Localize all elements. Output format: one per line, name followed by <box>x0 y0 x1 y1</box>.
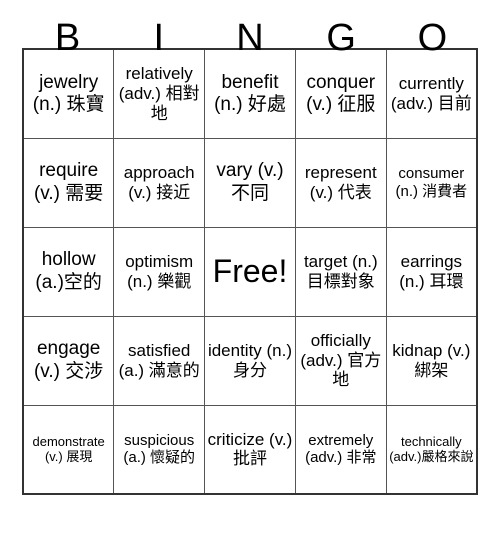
bingo-row: engage (v.) 交涉 satisfied (a.) 滿意的 identi… <box>22 315 478 406</box>
bingo-cell[interactable]: benefit (n.) 好處 <box>204 48 296 139</box>
bingo-cell[interactable]: conquer (v.) 征服 <box>294 48 387 139</box>
bingo-cell-text: benefit (n.) 好處 <box>214 71 286 115</box>
bingo-card: B I N G O jewelry (n.) 珠寶 relatively (ad… <box>0 0 500 544</box>
bingo-cell-text: approach (v.) 接近 <box>123 162 195 202</box>
bingo-cell-text: demonstrate (v.) 展現 <box>32 434 105 465</box>
bingo-cell[interactable]: jewelry (n.) 珠寶 <box>22 48 115 139</box>
bingo-cell[interactable]: officially (adv.) 官方地 <box>294 315 387 406</box>
bingo-grid-wrapper: jewelry (n.) 珠寶 relatively (adv.) 相對地 be… <box>22 48 478 495</box>
bingo-cell[interactable]: represent (v.) 代表 <box>294 137 387 228</box>
bingo-cell-text: engage (v.) 交涉 <box>33 338 104 382</box>
bingo-header-row: B I N G O <box>22 0 478 59</box>
bingo-cell[interactable]: criticize (v.) 批評 <box>204 404 296 495</box>
bingo-cell-text: vary (v.) 不同 <box>216 160 284 204</box>
bingo-cell-text: hollow (a.)空的 <box>35 249 102 293</box>
bingo-cell[interactable]: require (v.) 需要 <box>22 137 115 228</box>
bingo-header-letter-i: I <box>153 17 165 59</box>
bingo-row: demonstrate (v.) 展現 suspicious (a.) 懷疑的 … <box>22 404 478 495</box>
bingo-cell[interactable]: target (n.) 目標對象 <box>294 226 387 317</box>
bingo-cell[interactable]: approach (v.) 接近 <box>113 137 206 228</box>
bingo-cell[interactable]: extremely (adv.) 非常 <box>294 404 387 495</box>
bingo-header-letter-g: G <box>326 17 356 59</box>
bingo-cell-text: relatively (adv.) 相對地 <box>118 64 200 123</box>
bingo-cell-text: consumer (n.) 消費者 <box>395 165 468 200</box>
bingo-row: hollow (a.)空的 optimism (n.) 樂觀 Free! tar… <box>22 226 478 317</box>
bingo-cell[interactable]: vary (v.) 不同 <box>204 137 296 228</box>
bingo-cell[interactable]: relatively (adv.) 相對地 <box>113 48 206 139</box>
bingo-cell-text: extremely (adv.) 非常 <box>305 431 377 467</box>
bingo-free-cell[interactable]: Free! <box>204 226 296 317</box>
bingo-cell[interactable]: currently (adv.) 目前 <box>385 48 478 139</box>
bingo-cell[interactable]: optimism (n.) 樂觀 <box>113 226 206 317</box>
bingo-cell-text: optimism (n.) 樂觀 <box>125 251 194 291</box>
bingo-cell[interactable]: suspicious (a.) 懷疑的 <box>113 404 206 495</box>
bingo-free-cell-text: Free! <box>212 252 288 289</box>
bingo-cell-text: jewelry (n.) 珠寶 <box>32 71 105 115</box>
bingo-header-letter-n: N <box>236 17 264 59</box>
bingo-cell-text: criticize (v.) 批評 <box>207 429 293 469</box>
bingo-cell[interactable]: hollow (a.)空的 <box>22 226 115 317</box>
bingo-cell-text: suspicious (a.) 懷疑的 <box>123 431 196 467</box>
bingo-cell-text: conquer (v.) 征服 <box>306 71 376 115</box>
bingo-cell-text: earrings (n.) 耳環 <box>399 251 464 291</box>
bingo-cell-text: currently (adv.) 目前 <box>390 74 472 113</box>
bingo-cell-text: require (v.) 需要 <box>33 160 104 204</box>
bingo-cell-text: represent (v.) 代表 <box>304 162 377 202</box>
bingo-cell[interactable]: earrings (n.) 耳環 <box>385 226 478 317</box>
bingo-row: jewelry (n.) 珠寶 relatively (adv.) 相對地 be… <box>22 48 478 139</box>
bingo-cell-text: identity (n.) 身分 <box>207 340 293 380</box>
bingo-cell-text: target (n.) 目標對象 <box>303 251 378 291</box>
bingo-cell-text: kidnap (v.) 綁架 <box>392 340 471 380</box>
bingo-cell[interactable]: kidnap (v.) 綁架 <box>385 315 478 406</box>
bingo-cell-text: satisfied (a.) 滿意的 <box>118 340 200 380</box>
bingo-cell[interactable]: consumer (n.) 消費者 <box>385 137 478 228</box>
bingo-grid: jewelry (n.) 珠寶 relatively (adv.) 相對地 be… <box>22 48 478 495</box>
bingo-cell-text: technically (adv.)嚴格來說 <box>389 434 474 465</box>
bingo-cell[interactable]: engage (v.) 交涉 <box>22 315 115 406</box>
bingo-header-letter-o: O <box>417 17 448 59</box>
bingo-cell[interactable]: demonstrate (v.) 展現 <box>22 404 115 495</box>
bingo-header-letter-b: B <box>54 17 81 59</box>
bingo-cell[interactable]: identity (n.) 身分 <box>204 315 296 406</box>
bingo-cell[interactable]: satisfied (a.) 滿意的 <box>113 315 206 406</box>
bingo-cell-text: officially (adv.) 官方地 <box>300 330 382 390</box>
bingo-cell[interactable]: technically (adv.)嚴格來說 <box>385 404 478 495</box>
bingo-row: require (v.) 需要 approach (v.) 接近 vary (v… <box>22 137 478 228</box>
